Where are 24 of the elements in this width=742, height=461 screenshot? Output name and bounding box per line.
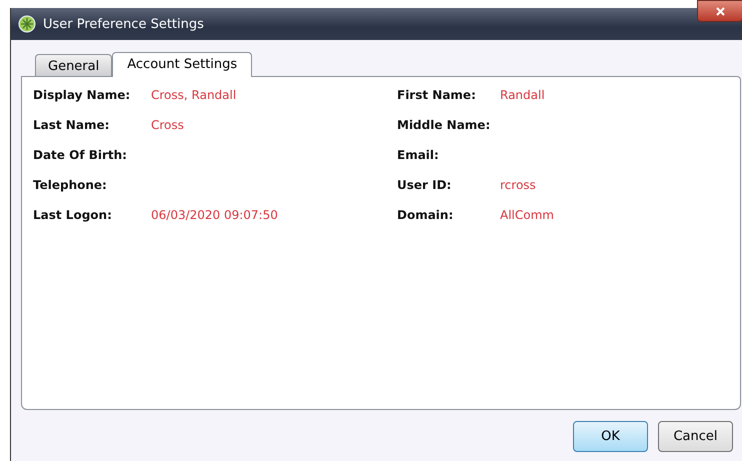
field-label: Middle Name: — [397, 118, 492, 133]
field-label: Telephone: — [33, 178, 108, 193]
field-label: User ID: — [397, 178, 452, 193]
field-label: Domain: — [397, 208, 454, 223]
field-label: Email: — [397, 148, 440, 163]
field-value: Cross, Randall — [151, 88, 238, 103]
tab[interactable]: Account Settings — [112, 52, 252, 77]
window-title: User Preference Settings — [43, 16, 204, 32]
field-value: rcross — [500, 178, 537, 193]
field-label: Date Of Birth: — [33, 148, 128, 163]
tab[interactable]: General — [35, 54, 112, 76]
ok-button[interactable]: OK — [573, 421, 648, 452]
field-value: Cross — [151, 118, 185, 133]
field-value: AllComm — [500, 208, 555, 223]
field-value: Randall — [500, 88, 546, 103]
field-label: First Name: — [397, 88, 477, 103]
app-logo-icon — [18, 15, 36, 33]
field-label: Display Name: — [33, 88, 132, 103]
field-label: Last Logon: — [33, 208, 113, 223]
field-label: Last Name: — [33, 118, 110, 133]
cancel-button[interactable]: Cancel — [658, 421, 733, 452]
close-button[interactable] — [697, 0, 742, 22]
close-icon — [716, 6, 724, 16]
field-value: 06/03/2020 09:07:50 — [151, 208, 279, 223]
